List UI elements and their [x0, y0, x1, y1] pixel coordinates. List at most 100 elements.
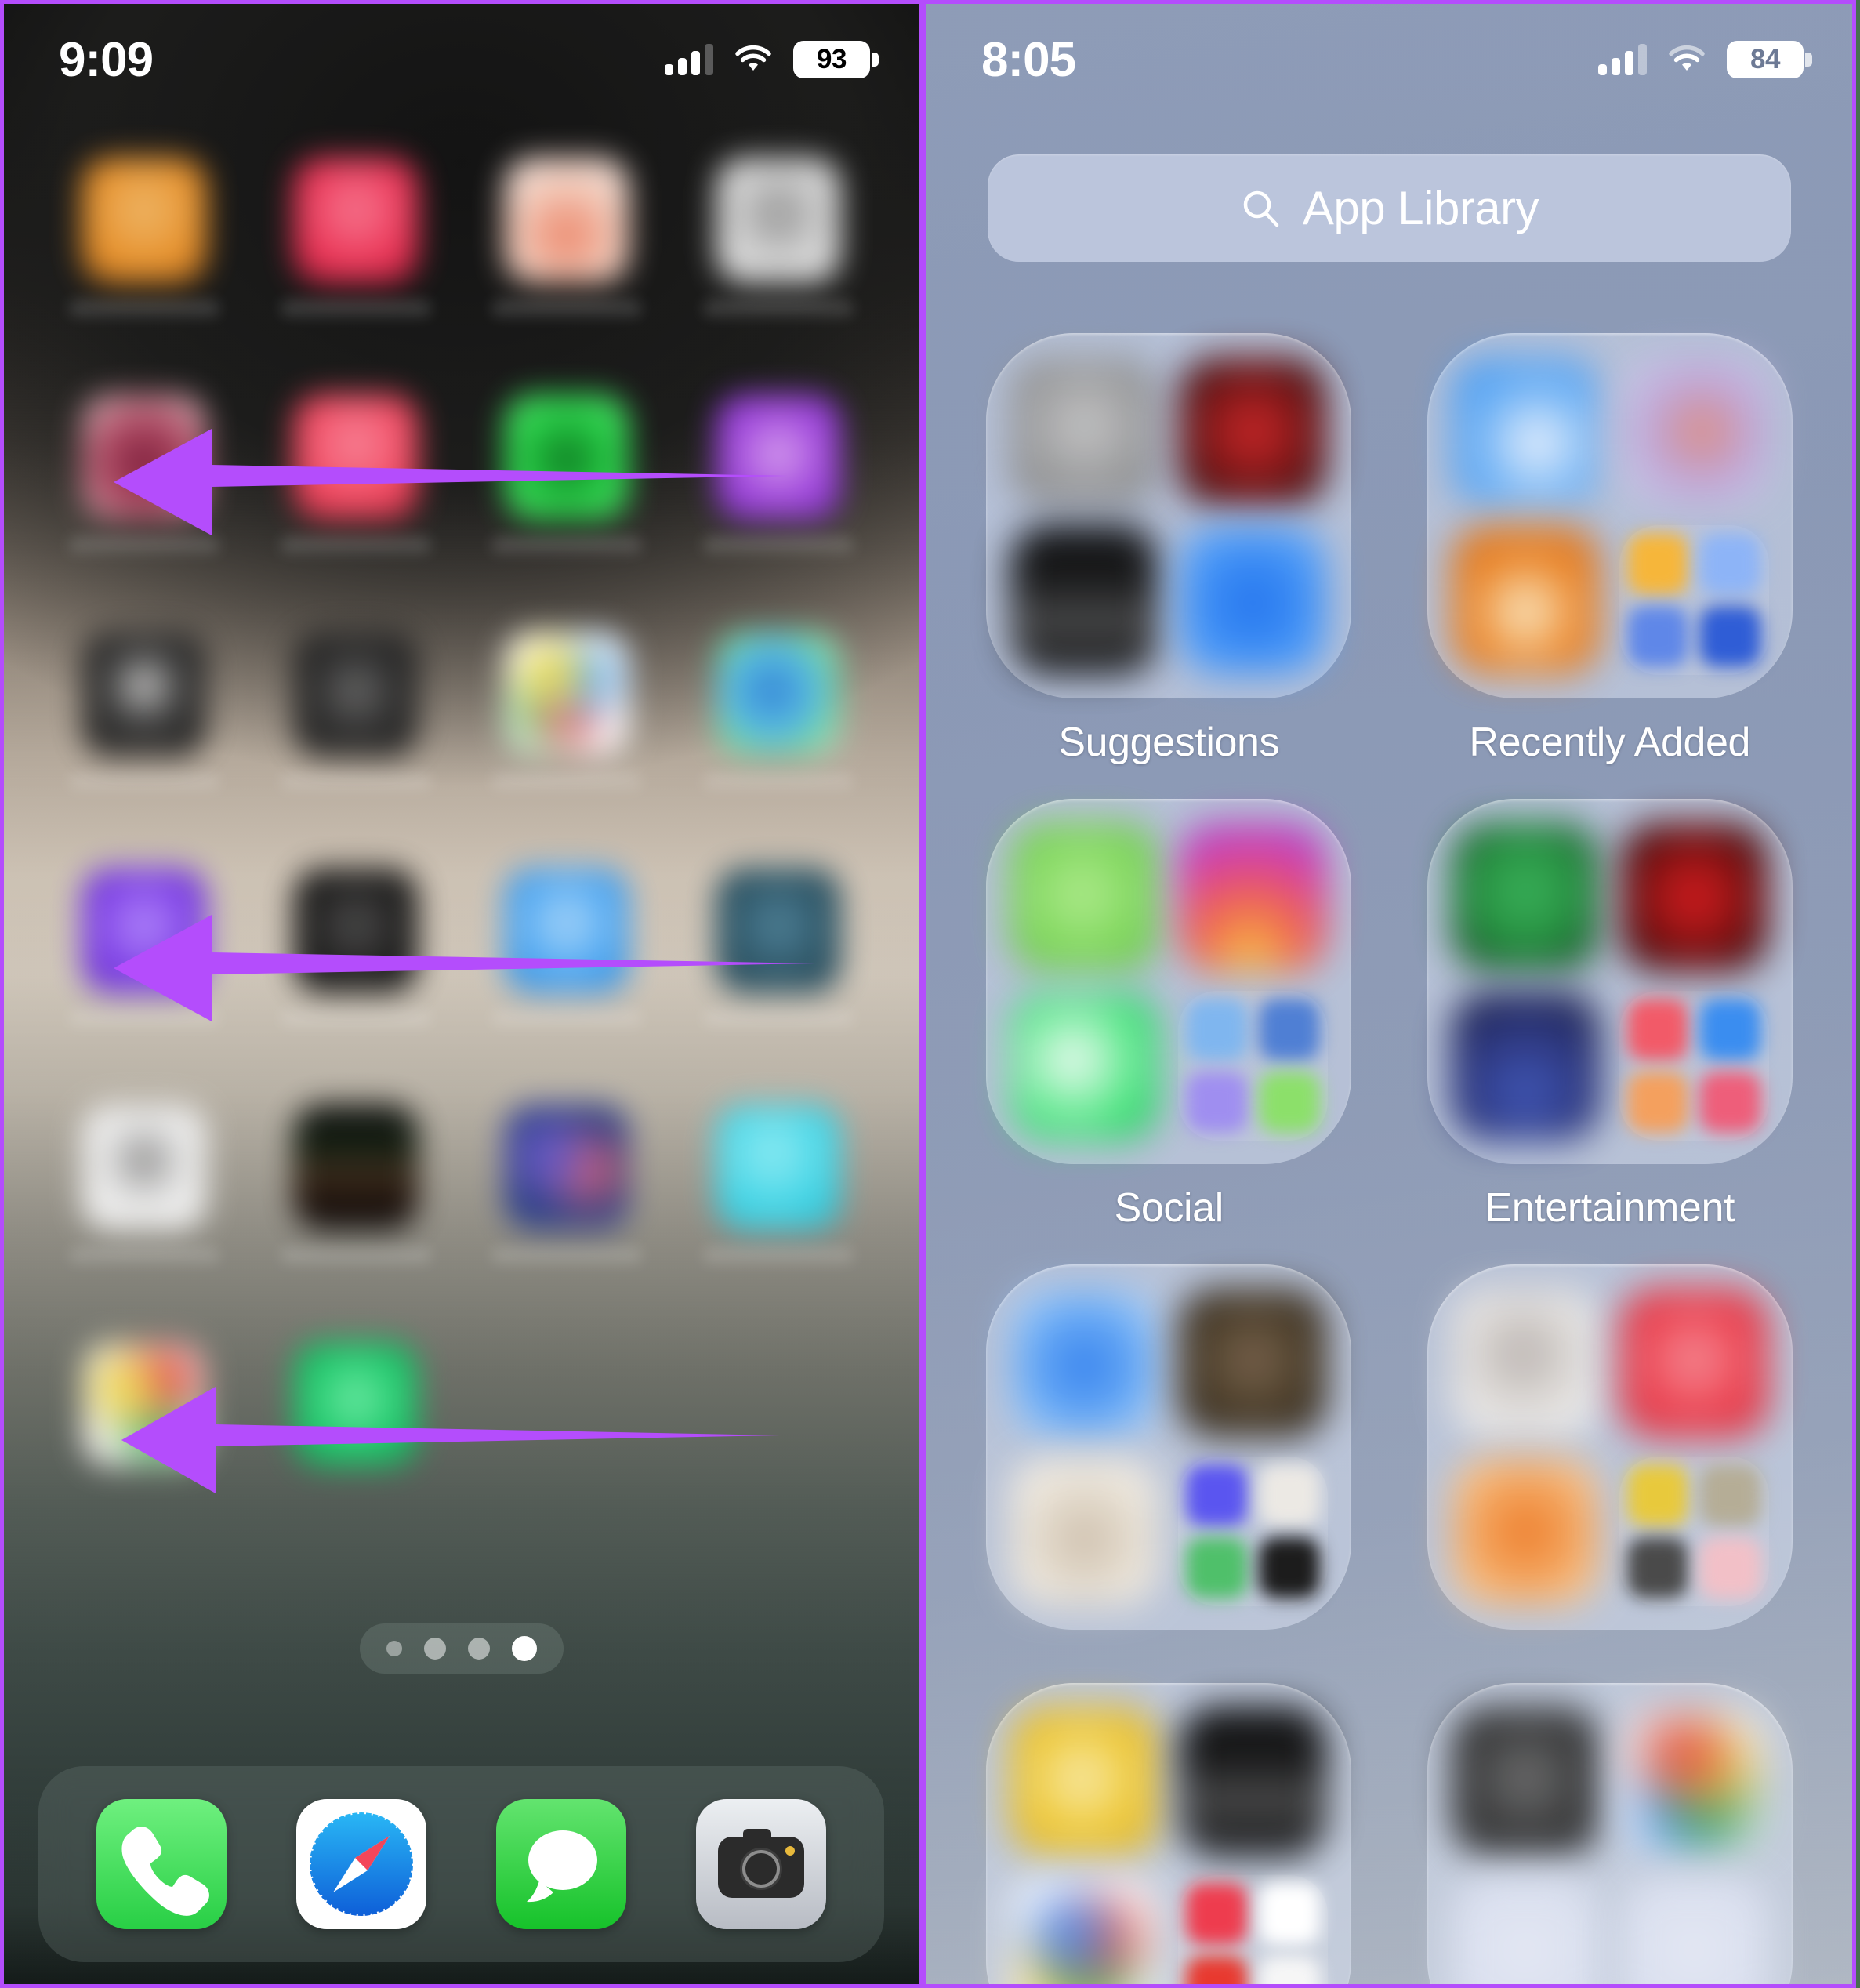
tile-google[interactable]: [1010, 1875, 1160, 1984]
app-icon-violet[interactable]: [81, 868, 207, 993]
tile-black[interactable]: [1010, 525, 1160, 675]
app-cell[interactable]: [462, 394, 673, 553]
tile-cream[interactable]: [1010, 1457, 1160, 1606]
app-icon-pink-red[interactable]: [292, 158, 419, 283]
tile-orange-2[interactable]: [1450, 1457, 1601, 1606]
app-icon-maroon[interactable]: [81, 394, 207, 520]
tile-rainbow[interactable]: [1619, 1707, 1769, 1856]
tile-mini-group-5[interactable]: [1619, 1457, 1769, 1606]
folder-social[interactable]: Social: [977, 799, 1361, 1232]
app-icon-light-blue[interactable]: [504, 868, 630, 993]
app-cell[interactable]: [462, 158, 673, 316]
tile-mini-group-3[interactable]: [1619, 991, 1769, 1141]
tile-mini-group-6[interactable]: [1178, 1875, 1329, 1984]
folder-recently-added[interactable]: Recently Added: [1418, 333, 1803, 766]
app-cell[interactable]: [250, 394, 462, 553]
tile-blue[interactable]: [1178, 525, 1329, 675]
tile-netflix-red[interactable]: [1619, 822, 1769, 972]
app-icon-spring-green[interactable]: [292, 1341, 419, 1467]
app-icon-navy-red[interactable]: [504, 1105, 630, 1230]
app-icon-purple[interactable]: [716, 394, 842, 520]
app-cell[interactable]: [38, 868, 250, 1026]
tile-mini-group-1[interactable]: [1619, 525, 1769, 675]
tile-sky-blue[interactable]: [1450, 357, 1601, 506]
tile-instagram[interactable]: [1178, 822, 1329, 972]
tile-spotify-green[interactable]: [1450, 822, 1601, 972]
app-cell[interactable]: [250, 1105, 462, 1263]
page-indicator-dots[interactable]: [359, 1623, 564, 1674]
page-dot-1[interactable]: [386, 1641, 402, 1656]
page-dot-3[interactable]: [467, 1638, 490, 1660]
tile-whatsapp[interactable]: [1010, 991, 1160, 1141]
tile-pastel-multicolor[interactable]: [1619, 357, 1769, 506]
app-cell[interactable]: [673, 158, 884, 316]
app-cell[interactable]: [673, 394, 884, 553]
tile-empty-1[interactable]: [1450, 1875, 1601, 1984]
tile-black-2[interactable]: [1178, 1707, 1329, 1856]
folder-tile[interactable]: [986, 1683, 1352, 1984]
folder-tile[interactable]: [986, 799, 1352, 1164]
folder-unlabeled-2[interactable]: [1418, 1264, 1803, 1650]
app-icon-cyan[interactable]: [716, 1105, 842, 1230]
app-cell[interactable]: [250, 1341, 462, 1500]
tile-mini-group-4[interactable]: [1178, 1457, 1329, 1606]
dock-icon-safari[interactable]: [296, 1799, 427, 1929]
folder-tile[interactable]: [1427, 333, 1793, 698]
app-icon-blue-green[interactable]: [716, 631, 842, 756]
app-cell[interactable]: [38, 631, 250, 789]
app-cell[interactable]: [38, 1105, 250, 1263]
app-icon-photos[interactable]: [504, 631, 630, 756]
folder-tile[interactable]: [1427, 799, 1793, 1164]
app-icon-black-white[interactable]: [81, 631, 207, 756]
folder-entertainment[interactable]: Entertainment: [1418, 799, 1803, 1232]
tile-gray[interactable]: [1010, 357, 1160, 506]
app-cell[interactable]: [250, 631, 462, 789]
app-icon-orange[interactable]: [81, 158, 207, 283]
app-cell[interactable]: [38, 394, 250, 553]
tile-orange[interactable]: [1450, 525, 1601, 675]
tile-dark-red[interactable]: [1178, 357, 1329, 506]
folder-tile[interactable]: [1427, 1683, 1793, 1984]
tile-yellow[interactable]: [1010, 1707, 1160, 1856]
folder-suggestions[interactable]: Suggestions: [977, 333, 1361, 766]
app-cell[interactable]: [462, 868, 673, 1026]
folder-tile[interactable]: [986, 333, 1352, 698]
tile-blue-circle[interactable]: [1010, 1288, 1160, 1438]
app-icon-black[interactable]: [292, 868, 419, 993]
app-icon-green[interactable]: [504, 394, 630, 520]
tile-dark-gray[interactable]: [1450, 1707, 1601, 1856]
tile-white-gray[interactable]: [1450, 1288, 1601, 1438]
app-cell[interactable]: [250, 868, 462, 1026]
app-icon-multicolor[interactable]: [81, 1341, 207, 1467]
tile-mini-group-2[interactable]: [1178, 991, 1329, 1141]
tile-light-green[interactable]: [1010, 822, 1160, 972]
app-icon-white[interactable]: [81, 1105, 207, 1230]
dock-icon-messages[interactable]: [495, 1799, 626, 1929]
tile-empty-2[interactable]: [1619, 1875, 1769, 1984]
app-icon-red[interactable]: [292, 394, 419, 520]
tile-brown-dark[interactable]: [1178, 1288, 1329, 1438]
app-cell[interactable]: [462, 631, 673, 789]
app-icon-white-gray[interactable]: [716, 158, 842, 283]
tile-red[interactable]: [1619, 1288, 1769, 1438]
tile-deep-blue[interactable]: [1450, 991, 1601, 1141]
folder-unlabeled-3[interactable]: [977, 1683, 1361, 1984]
page-dot-4-active[interactable]: [511, 1636, 537, 1661]
app-cell[interactable]: [38, 1341, 250, 1500]
app-cell[interactable]: [462, 1105, 673, 1263]
folder-tile[interactable]: [1427, 1264, 1793, 1630]
page-dot-2[interactable]: [423, 1638, 446, 1660]
app-icon-black-strip[interactable]: [292, 1105, 419, 1230]
app-cell[interactable]: [673, 868, 884, 1026]
folder-unlabeled-1[interactable]: [977, 1264, 1361, 1650]
app-icon-teal-dark[interactable]: [716, 868, 842, 993]
app-icon-dark-gray[interactable]: [292, 631, 419, 756]
dock-icon-camera[interactable]: [695, 1799, 826, 1929]
app-cell[interactable]: [673, 631, 884, 789]
app-cell[interactable]: [673, 1105, 884, 1263]
folder-tile[interactable]: [986, 1264, 1352, 1630]
app-cell[interactable]: [250, 158, 462, 316]
folder-unlabeled-4[interactable]: [1418, 1683, 1803, 1984]
app-icon-white-peach[interactable]: [504, 158, 630, 283]
app-cell[interactable]: [38, 158, 250, 316]
